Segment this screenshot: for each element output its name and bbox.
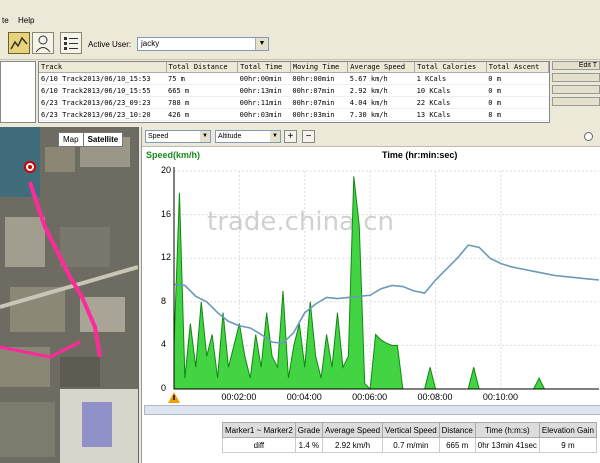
menu-bar: te Help — [0, 0, 600, 28]
user-icon — [35, 35, 51, 53]
chart-scrollbar[interactable] — [144, 405, 600, 415]
table-cell: 00hr:07min — [290, 84, 348, 97]
side-buttons: Edit T — [552, 61, 600, 123]
x-tick-label: 00:10:00 — [482, 392, 518, 402]
table-cell: 5.67 km/h — [347, 72, 415, 85]
marker-stats-table: Marker1 ~ Marker2 Grade Average Speed Verti… — [222, 422, 597, 453]
track-column-header[interactable]: Average Speed — [347, 62, 416, 73]
map-button[interactable]: Map — [59, 133, 83, 146]
table-cell: 00hr:07min — [290, 96, 348, 109]
menu-item-te[interactable]: te — [2, 16, 9, 25]
table-cell: 00hr:03min — [290, 108, 348, 121]
table-row[interactable]: 6/23 Track2013/06/23_09:23 788 m 00hr:11mi… — [39, 96, 549, 109]
stats-column-header: Distance — [438, 422, 476, 438]
stats-column-header: Time (h:m:s) — [474, 422, 540, 438]
stats-cell: 665 m — [438, 437, 476, 453]
table-cell: 2.92 km/h — [347, 84, 415, 97]
table-cell: 6/10 Track2013/06/10_15:53 — [39, 72, 167, 85]
table-cell: 7.30 km/h — [347, 108, 415, 121]
stats-column-header: Vertical Speed — [382, 422, 440, 438]
table-cell: 426 m — [166, 108, 238, 121]
stats-column-header: Marker1 ~ Marker2 — [222, 422, 296, 438]
table-cell: 00hr:11min — [237, 96, 291, 109]
satellite-map-image — [0, 127, 138, 463]
track-column-header[interactable]: Total Ascent — [486, 62, 549, 73]
y-tick-label: 8 — [161, 295, 167, 306]
table-cell: 6/10 Track2013/06/10_15:55 — [39, 84, 167, 97]
stats-cell: 1.4 % — [294, 437, 324, 453]
stats-column-header: Elevation Gain — [538, 422, 597, 438]
speed-altitude-chart[interactable] — [142, 127, 600, 397]
stats-column-header: Grade — [294, 422, 324, 438]
stats-cell: 0hr 13min 41sec — [474, 437, 540, 453]
track-column-header[interactable]: Track — [39, 62, 167, 73]
table-cell: 00hr:03min — [237, 108, 291, 121]
user-button[interactable] — [32, 32, 54, 54]
stats-cell: diff — [222, 437, 296, 453]
map-type-toggle: Map Satellite — [58, 132, 124, 147]
table-cell: 665 m — [166, 84, 238, 97]
y-tick-label: 0 — [161, 383, 167, 393]
track-list-panel — [0, 61, 36, 123]
tracks-view-button[interactable] — [8, 32, 30, 54]
table-cell: 6/23 Track2013/06/23_09:23 — [39, 96, 167, 109]
x-tick-label: 00:08:00 — [417, 392, 453, 402]
track-table: Track Total Distance Total Time Moving Time… — [38, 61, 550, 123]
map-panel[interactable]: Map Satellite — [0, 127, 139, 463]
side-button-4[interactable] — [552, 97, 600, 106]
side-button-3[interactable] — [552, 85, 600, 94]
y-tick-label: 16 — [161, 208, 172, 219]
menu-item-help[interactable]: Help — [18, 16, 34, 25]
stats-column-header: Average Speed — [322, 422, 384, 438]
table-cell: 00hr:00min — [290, 72, 348, 85]
edit-track-button[interactable]: Edit T — [552, 61, 600, 70]
stats-cell: 2.92 km/h — [322, 437, 384, 453]
table-cell: 788 m — [166, 96, 238, 109]
stats-cell: 0.7 m/min — [382, 437, 440, 453]
watermark-text: trade.china.cn — [207, 207, 395, 237]
table-cell: 00hr:00min — [237, 72, 291, 85]
table-cell: 13 KCals — [414, 108, 487, 121]
stats-cell: 9 m — [538, 437, 597, 453]
x-tick-label: 00:04:00 — [286, 392, 322, 402]
track-column-header[interactable]: Moving Time — [290, 62, 349, 73]
chart-panel: Speed ▼ Altitude ▼ + − Speed(km/h) Time … — [141, 127, 600, 463]
table-row[interactable]: 6/23 Track2013/06/23_10:20 426 m 00hr:03mi… — [39, 108, 549, 121]
y-tick-label: 4 — [161, 339, 167, 350]
warning-icon — [168, 392, 180, 403]
track-chart-icon — [10, 36, 28, 50]
table-cell: 0 m — [486, 84, 549, 97]
list-view-button[interactable] — [60, 32, 82, 54]
table-cell: 6/23 Track2013/06/23_10:20 — [39, 108, 167, 121]
table-cell: 10 KCals — [414, 84, 487, 97]
track-column-header[interactable]: Total Calories — [414, 62, 487, 73]
x-tick-label: 00:06:00 — [352, 392, 388, 402]
table-cell: 8 m — [486, 108, 549, 121]
table-cell: 00hr:13min — [237, 84, 291, 97]
satellite-button[interactable]: Satellite — [82, 133, 123, 146]
active-user-select[interactable]: jacky ▼ — [137, 37, 269, 51]
table-cell: 75 m — [166, 72, 238, 85]
chevron-down-icon: ▼ — [255, 38, 268, 50]
active-user-value: jacky — [141, 39, 160, 48]
track-column-header[interactable]: Total Distance — [166, 62, 239, 73]
table-cell: 0 m — [486, 96, 549, 109]
table-cell: 4.04 km/h — [347, 96, 415, 109]
table-row[interactable]: 6/10 Track2013/06/10_15:53 75 m 00hr:00min… — [39, 72, 549, 85]
table-row[interactable]: 6/10 Track2013/06/10_15:55 665 m 00hr:13mi… — [39, 84, 549, 97]
main-toolbar: Active User: jacky ▼ — [0, 29, 600, 60]
x-tick-label: 00:02:00 — [221, 392, 257, 402]
track-column-header[interactable]: Total Time — [237, 62, 291, 73]
y-tick-label: 12 — [161, 252, 172, 263]
side-button-2[interactable] — [552, 73, 600, 82]
y-tick-label: 20 — [161, 165, 172, 175]
table-cell: 22 KCals — [414, 96, 487, 109]
active-user-label: Active User: — [88, 40, 132, 49]
list-icon — [64, 37, 78, 50]
table-cell: 0 m — [486, 72, 549, 85]
table-cell: 1 KCals — [414, 72, 487, 85]
